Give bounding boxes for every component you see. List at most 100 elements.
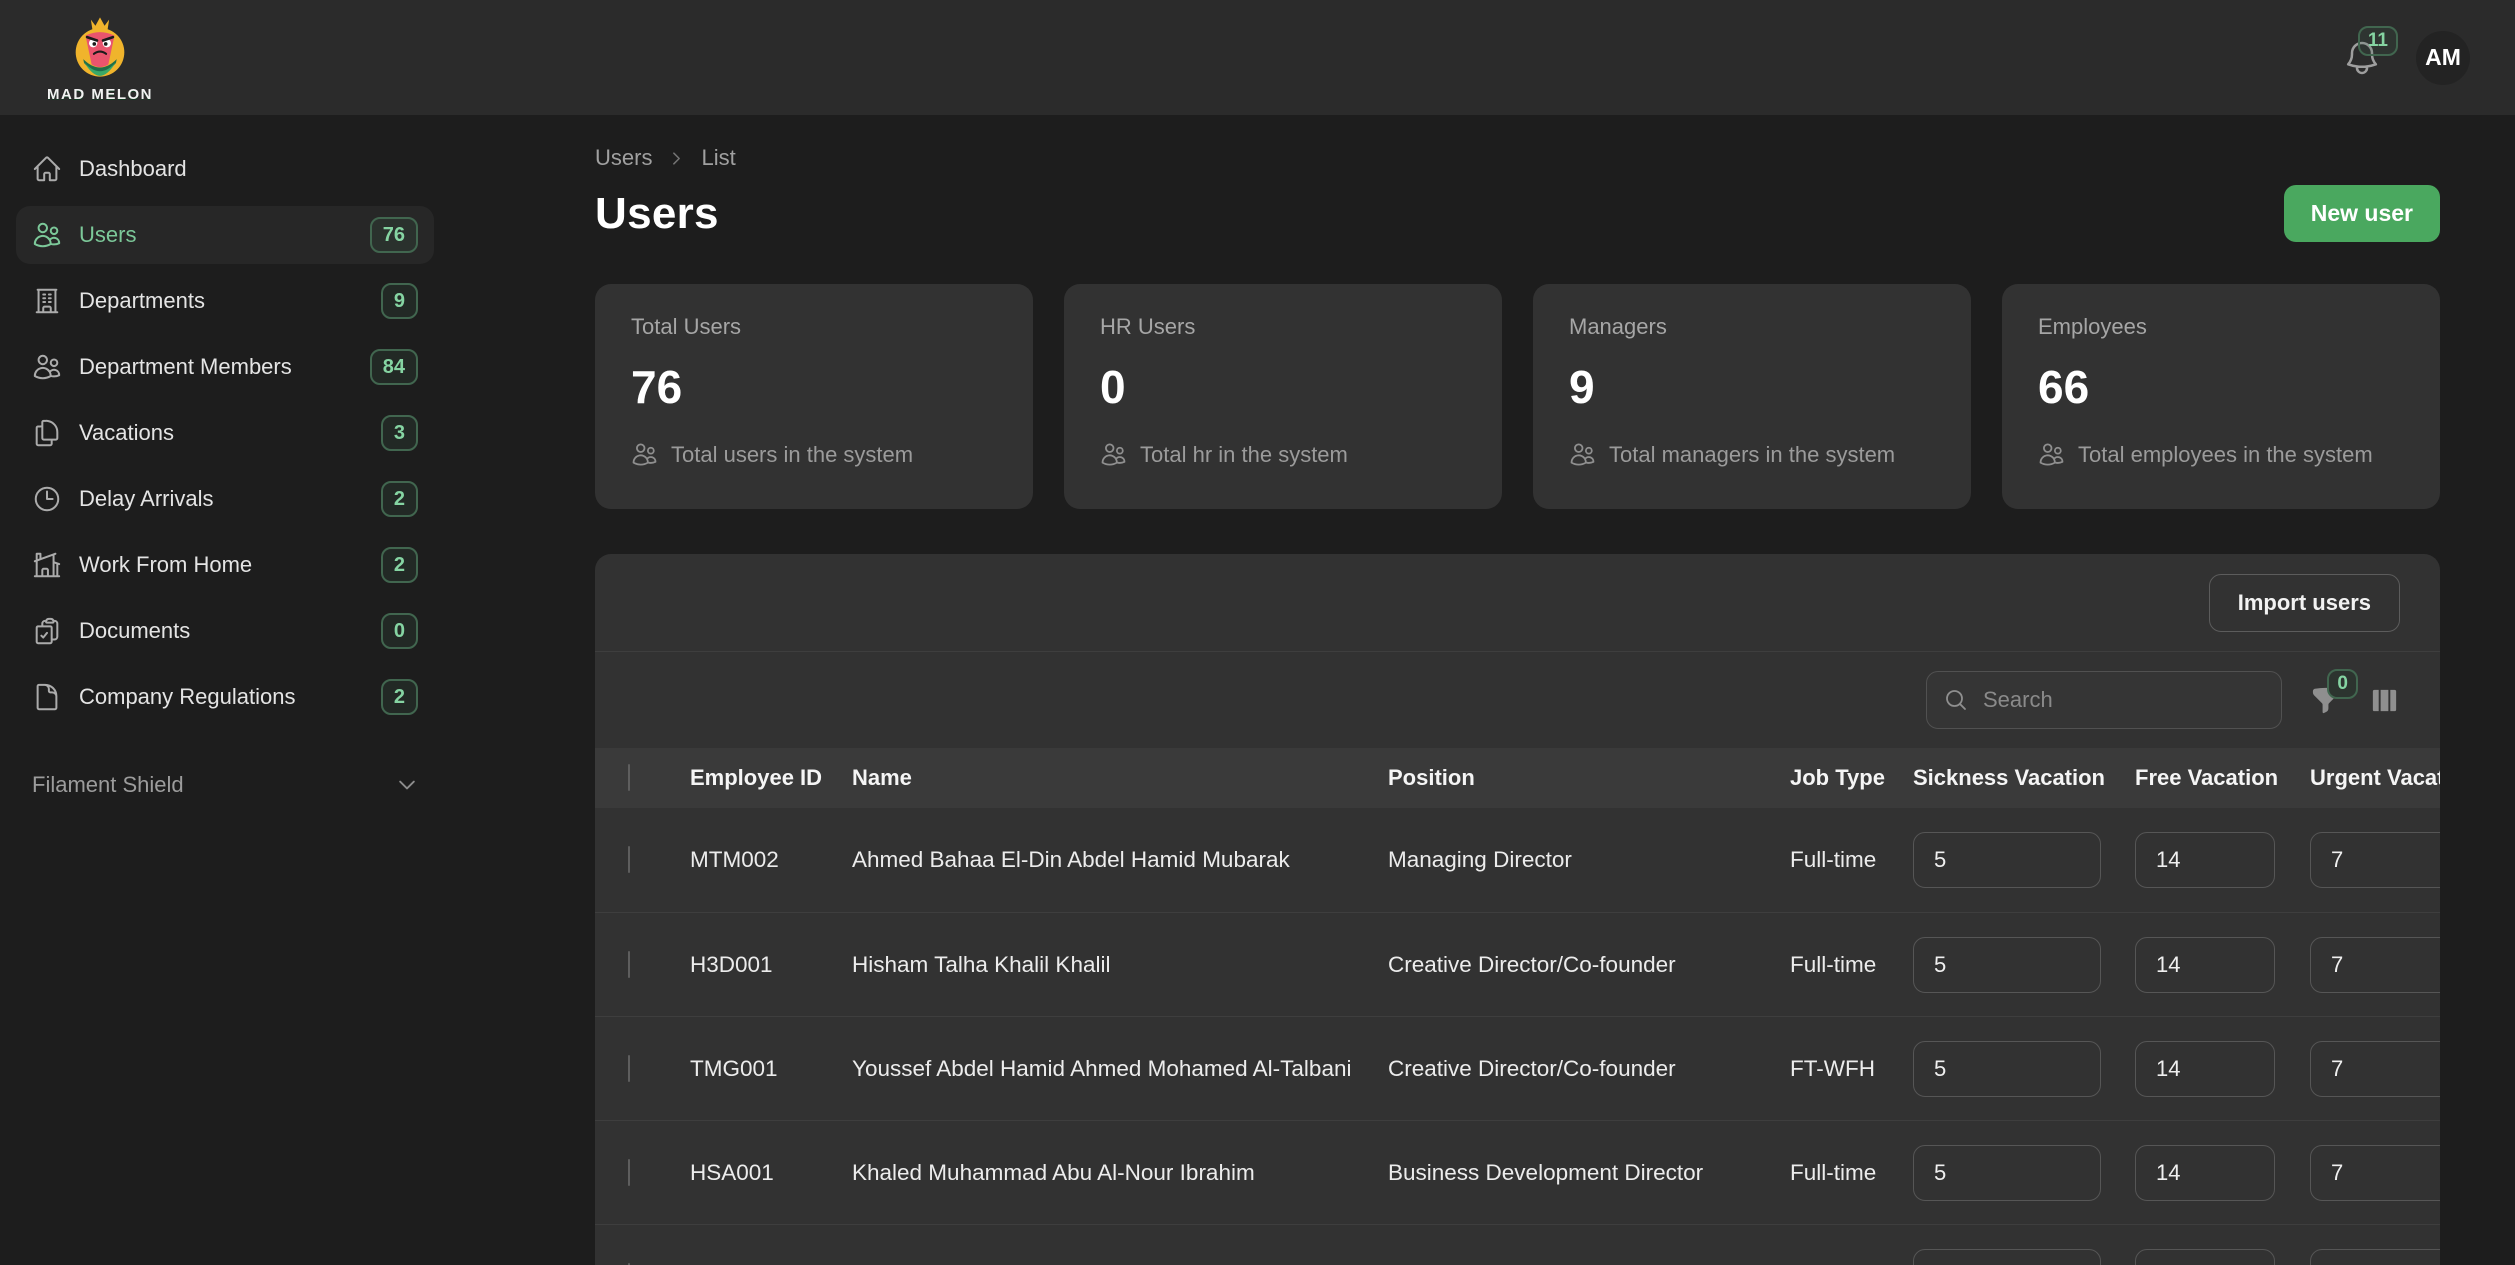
users-icon <box>2038 441 2065 468</box>
sidebar-item-vacations[interactable]: Vacations3 <box>16 404 434 462</box>
table-row[interactable]: H3D001Hisham Talha Khalil KhalilCreative… <box>595 912 2440 1016</box>
brand-name: MAD MELON <box>47 86 153 103</box>
row-checkbox[interactable] <box>628 1159 630 1186</box>
sidebar-item-users[interactable]: Users76 <box>16 206 434 264</box>
urgent-vacation-input[interactable] <box>2310 937 2440 993</box>
chevron-down-icon <box>396 774 418 796</box>
search-input[interactable] <box>1981 686 2264 714</box>
toggle-columns-button[interactable] <box>2369 685 2400 716</box>
count-badge: 3 <box>381 415 418 451</box>
sidebar-item-documents[interactable]: Documents0 <box>16 602 434 660</box>
free-vacation-input[interactable] <box>2135 1041 2275 1097</box>
sidebar-item-delay-arrivals[interactable]: Delay Arrivals 2 <box>16 470 434 528</box>
sidebar-item-label: Work From Home <box>79 552 252 578</box>
new-user-button[interactable]: New user <box>2284 185 2440 242</box>
table-row[interactable]: TMG001Youssef Abdel Hamid Ahmed Mohamed … <box>595 1016 2440 1120</box>
cell-employee-id: HSA001 <box>690 1160 852 1186</box>
table-row[interactable]: MFN001Islam Mohammed Abdel Wahab Mohamme… <box>595 1224 2440 1265</box>
cell-name: Hisham Talha Khalil Khalil <box>852 952 1388 978</box>
count-badge: 2 <box>381 481 418 517</box>
search-icon <box>1944 688 1968 712</box>
sickness-vacation-input[interactable] <box>1913 937 2101 993</box>
sidebar: Dashboard Users76 Departments 9 Department M… <box>0 115 450 1265</box>
cell-employee-id: TMG001 <box>690 1056 852 1082</box>
sickness-vacation-input[interactable] <box>1913 1041 2101 1097</box>
row-checkbox[interactable] <box>628 951 630 978</box>
count-badge: 2 <box>381 547 418 583</box>
free-vacation-input[interactable] <box>2135 1145 2275 1201</box>
sickness-vacation-input[interactable] <box>1913 1249 2101 1265</box>
cell-job-type: Full-time <box>1790 952 1913 978</box>
filter-button[interactable]: 0 <box>2310 685 2341 716</box>
stat-card-hr-users: HR Users0Total hr in the system <box>1064 284 1502 509</box>
cell-job-type: FT-WFH <box>1790 1056 1913 1082</box>
stat-label: Total Users <box>631 314 997 340</box>
documents-icon <box>32 418 62 448</box>
sidebar-group-label: Filament Shield <box>32 772 184 798</box>
brand-logo: MAD MELON <box>45 12 155 103</box>
user-avatar[interactable]: AM <box>2416 31 2470 85</box>
stat-card-managers: Managers 9 Total managers in the system <box>1533 284 1971 509</box>
free-vacation-input[interactable] <box>2135 1249 2275 1265</box>
sidebar-item-dashboard[interactable]: Dashboard <box>16 140 434 198</box>
stat-label: Managers <box>1569 314 1935 340</box>
stats-cards: Total Users76Total users in the system HR… <box>595 284 2440 509</box>
breadcrumb-list: List <box>701 145 735 171</box>
stat-value: 0 <box>1100 360 1466 414</box>
sickness-vacation-input[interactable] <box>1913 832 2101 888</box>
table-header: Employee IDNamePositionJob TypeSickness … <box>595 748 2440 808</box>
page-title: Users <box>595 189 719 239</box>
stat-card-total-users: Total Users76Total users in the system <box>595 284 1033 509</box>
row-checkbox[interactable] <box>628 1055 630 1082</box>
table-row[interactable]: HSA001Khaled Muhammad Abu Al-Nour Ibrahi… <box>595 1120 2440 1224</box>
notifications-button[interactable]: 11 <box>2342 38 2382 78</box>
sidebar-item-work-from-home[interactable]: Work From Home 2 <box>16 536 434 594</box>
clipboard-check-icon <box>32 616 62 646</box>
sidebar-item-label: Dashboard <box>79 156 187 182</box>
stat-description: Total managers in the system <box>1609 442 1895 468</box>
select-all-checkbox[interactable] <box>628 764 630 791</box>
user-group-icon <box>32 352 62 382</box>
free-vacation-input[interactable] <box>2135 832 2275 888</box>
breadcrumb-users[interactable]: Users <box>595 145 652 171</box>
sickness-vacation-input[interactable] <box>1913 1145 2101 1201</box>
table-row[interactable]: MTM002Ahmed Bahaa El-Din Abdel Hamid Mub… <box>595 808 2440 912</box>
column-header-sickness-vacation: Sickness Vacation <box>1913 765 2135 791</box>
urgent-vacation-input[interactable] <box>2310 1249 2440 1265</box>
cell-position: Creative Director/Co-founder <box>1388 952 1790 978</box>
sidebar-item-company-regulations[interactable]: Company Regulations2 <box>16 668 434 726</box>
users-table-card: Import users 0 Employee IDNamePositionJo… <box>595 554 2440 1265</box>
count-badge: 9 <box>381 283 418 319</box>
column-header-employee-id: Employee ID <box>690 765 852 791</box>
column-header-job-type: Job Type <box>1790 765 1913 791</box>
urgent-vacation-input[interactable] <box>2310 1041 2440 1097</box>
count-badge: 2 <box>381 679 418 715</box>
sidebar-item-departments[interactable]: Departments 9 <box>16 272 434 330</box>
search-box <box>1926 671 2282 729</box>
notification-count-badge: 11 <box>2358 26 2398 57</box>
free-vacation-input[interactable] <box>2135 937 2275 993</box>
import-users-button[interactable]: Import users <box>2209 574 2400 632</box>
cell-name: Youssef Abdel Hamid Ahmed Mohamed Al-Tal… <box>852 1056 1388 1082</box>
row-checkbox[interactable] <box>628 846 630 873</box>
cell-name: Ahmed Bahaa El-Din Abdel Hamid Mubarak <box>852 847 1388 873</box>
sidebar-item-label: Departments <box>79 288 205 314</box>
stat-value: 9 <box>1569 360 1935 414</box>
topbar: MAD MELON 11 AM <box>0 0 2515 115</box>
sidebar-item-label: Delay Arrivals <box>79 486 213 512</box>
sidebar-group-filament-shield[interactable]: Filament Shield <box>32 772 418 798</box>
urgent-vacation-input[interactable] <box>2310 832 2440 888</box>
cell-name: Khaled Muhammad Abu Al-Nour Ibrahim <box>852 1160 1388 1186</box>
sidebar-item-department-members[interactable]: Department Members84 <box>16 338 434 396</box>
count-badge: 84 <box>370 349 418 385</box>
users-icon <box>631 441 658 468</box>
cell-employee-id: H3D001 <box>690 952 852 978</box>
cell-job-type: Full-time <box>1790 1160 1913 1186</box>
stat-label: HR Users <box>1100 314 1466 340</box>
stat-description: Total users in the system <box>671 442 913 468</box>
cell-employee-id: MTM002 <box>690 847 852 873</box>
home-icon <box>32 154 62 184</box>
chevron-right-icon <box>668 150 685 167</box>
column-header-position: Position <box>1388 765 1790 791</box>
urgent-vacation-input[interactable] <box>2310 1145 2440 1201</box>
